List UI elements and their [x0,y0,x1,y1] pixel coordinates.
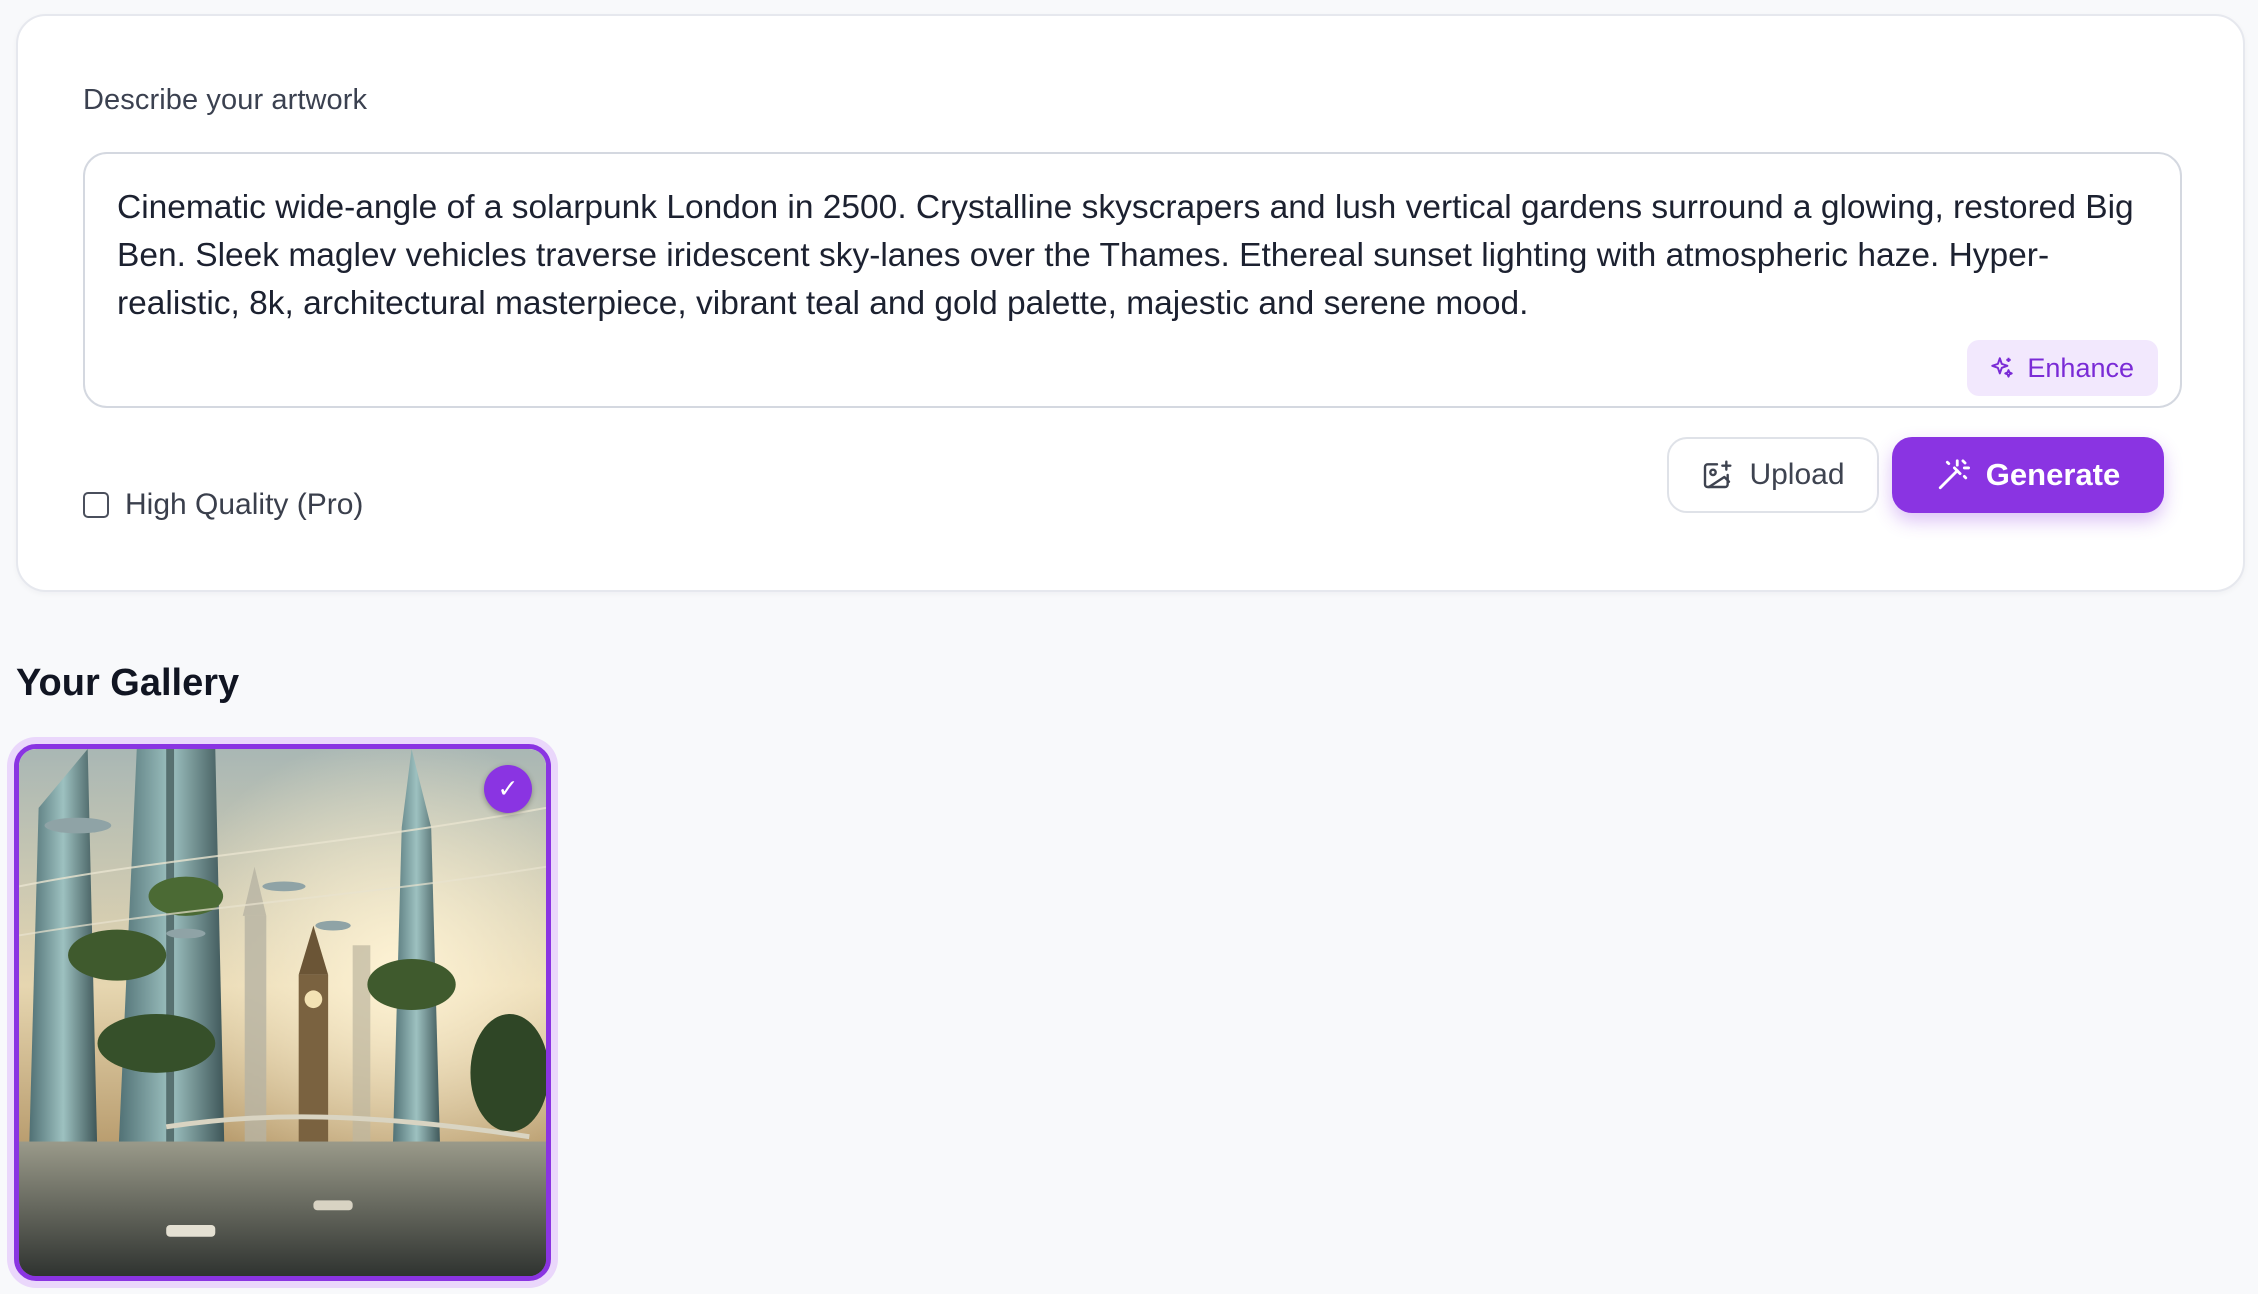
image-plus-icon [1704,460,1732,489]
magic-wand-icon [1938,459,1970,490]
enhance-button[interactable]: Enhance [1967,340,2158,396]
generate-label: Generate [1985,457,2121,492]
gallery-grid: ✓ [14,744,551,1281]
high-quality-option[interactable]: High Quality (Pro) [83,488,363,522]
prompt-text[interactable]: Cinematic wide-angle of a solarpunk Lond… [117,184,2157,328]
selected-check-icon: ✓ [484,765,532,813]
high-quality-checkbox[interactable] [83,492,109,518]
sparkles-icon [1991,357,2014,378]
generate-button[interactable]: Generate [1892,437,2164,513]
enhance-label: Enhance [2027,352,2134,383]
prompt-textarea[interactable]: Cinematic wide-angle of a solarpunk Lond… [83,152,2182,408]
upload-button[interactable]: Upload [1667,437,1879,513]
prompt-label: Describe your artwork [83,84,368,116]
high-quality-label[interactable]: High Quality (Pro) [125,488,363,522]
gallery-title: Your Gallery [16,662,240,704]
gallery-item[interactable]: ✓ [14,744,551,1281]
upload-label: Upload [1749,458,1845,491]
gallery-image[interactable] [19,749,546,1276]
